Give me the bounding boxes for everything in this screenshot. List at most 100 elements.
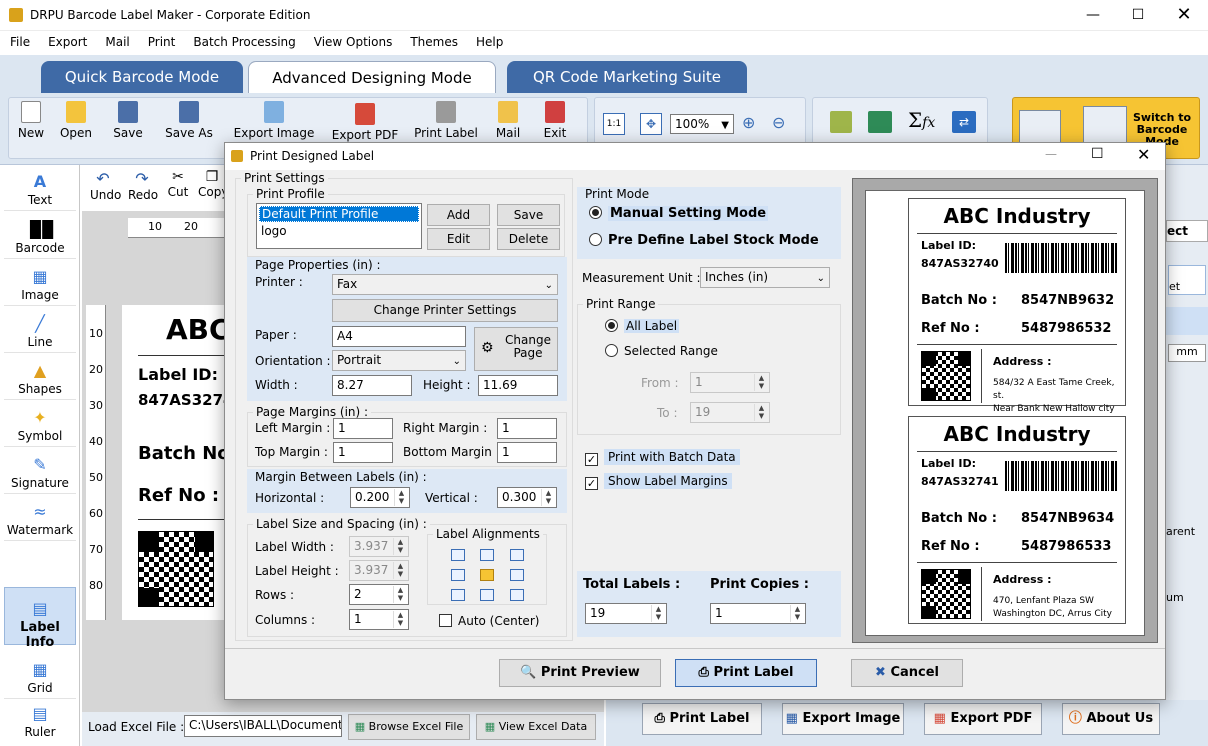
profile-delete-button[interactable]: Delete [497,228,560,250]
dialog-maximize-icon[interactable]: ☐ [1091,146,1104,162]
label-info-tool[interactable]: ▤ Label Info [4,587,76,650]
spinner-icon[interactable]: ▲ ▼ [790,605,804,622]
copy-button[interactable]: ❐ Copy [198,169,226,199]
ruler-tool[interactable]: ▤ Ruler [4,697,76,743]
spinner-icon[interactable]: ▲ ▼ [651,605,665,622]
zoom-in-icon[interactable]: ⊕ [742,113,755,132]
menu-print[interactable]: Print [138,31,184,49]
excel-icon[interactable] [868,111,892,133]
list-item[interactable]: logo [259,224,419,238]
formula-icon[interactable]: Σfx [908,108,935,132]
bottom-print-label-button[interactable]: ⎙ Print Label [642,703,762,735]
dialog-close-icon[interactable]: ✕ [1137,145,1150,164]
profile-add-button[interactable]: Add [427,204,490,226]
signature-tool[interactable]: ✎ Signature [4,448,76,494]
select-tab-partial[interactable]: ect [1166,220,1208,242]
align-middle-right-icon[interactable] [510,569,524,581]
tab-advanced-designing[interactable]: Advanced Designing Mode [248,61,496,93]
rows-stepper[interactable]: 2 ▲ ▼ [349,584,409,605]
zoom-out-icon[interactable]: ⊖ [772,113,785,132]
dialog-minimize-icon[interactable]: — [1045,147,1057,161]
minimize-icon[interactable]: — [1070,0,1116,30]
open-button[interactable]: Open [58,101,94,140]
fit-to-window-icon[interactable]: ✥ [640,113,662,135]
align-bottom-left-icon[interactable] [451,589,465,601]
manual-mode-radio[interactable]: Manual Setting Mode [589,206,769,221]
measurement-unit-select[interactable]: Inches (in) ⌄ [700,267,830,288]
dialog-print-label-button[interactable]: ⎙ Print Label [675,659,817,687]
align-top-left-icon[interactable] [451,549,465,561]
align-bottom-right-icon[interactable] [510,589,524,601]
menu-mail[interactable]: Mail [95,31,137,49]
columns-stepper[interactable]: 1 ▲ ▼ [349,609,409,630]
menu-help[interactable]: Help [466,31,511,49]
print-label-button[interactable]: Print Label [412,101,480,140]
align-middle-center-icon[interactable] [480,569,494,581]
shapes-tool[interactable]: ▲ Shapes [4,354,76,400]
menu-file[interactable]: File [0,31,38,49]
bottom-export-image-button[interactable]: ▦ Export Image [782,703,904,735]
bottom-margin-field[interactable]: 1 [497,442,557,463]
watermark-tool[interactable]: ≈ Watermark [4,495,76,541]
swap-icon[interactable]: ⇄ [952,111,976,133]
partial-button[interactable]: et [1168,265,1206,295]
close-icon[interactable]: ✕ [1161,0,1207,30]
edit-pencil-icon[interactable] [830,111,852,133]
show-label-margins-checkbox[interactable]: ✓ Show Label Margins [585,473,732,490]
menu-view-options[interactable]: View Options [304,31,401,49]
image-tool[interactable]: ▦ Image [4,260,76,306]
page-height-field[interactable]: 11.69 [478,375,558,396]
orientation-select[interactable]: Portrait ⌄ [332,350,466,371]
change-page-button[interactable]: ⚙ Change Page [474,327,558,371]
redo-button[interactable]: ↷ Redo [128,169,158,202]
mail-button[interactable]: Mail [492,101,524,140]
print-preview-button[interactable]: 🔍 Print Preview [499,659,661,687]
profile-save-button[interactable]: Save [497,204,560,226]
export-pdf-button[interactable]: Export PDF [330,103,400,142]
unit-select-partial[interactable]: mm [1168,344,1206,362]
grid-tool[interactable]: ▦ Grid [4,653,76,699]
profile-list[interactable]: Default Print Profile logo [256,203,422,249]
align-top-right-icon[interactable] [510,549,524,561]
cancel-button[interactable]: ✖ Cancel [851,659,963,687]
page-width-field[interactable]: 8.27 [332,375,412,396]
spinner-icon[interactable]: ▲ ▼ [541,489,555,506]
selected-range-radio[interactable]: Selected Range [605,344,718,358]
text-tool[interactable]: A Text [4,165,76,211]
bottom-export-pdf-button[interactable]: ▦ Export PDF [924,703,1042,735]
view-excel-button[interactable]: ▦ View Excel Data [476,714,596,740]
menu-export[interactable]: Export [38,31,95,49]
horizontal-spacing-stepper[interactable]: 0.200 ▲ ▼ [350,487,410,508]
print-with-batch-data-checkbox[interactable]: ✓ Print with Batch Data [585,449,740,466]
tab-qr-marketing[interactable]: QR Code Marketing Suite [507,61,747,93]
paper-field[interactable]: A4 [332,326,466,347]
top-margin-field[interactable]: 1 [333,442,393,463]
symbol-tool[interactable]: ✦ Symbol [4,401,76,447]
all-label-radio[interactable]: All Label [605,319,680,333]
align-top-center-icon[interactable] [480,549,494,561]
spinner-icon[interactable]: ▲ ▼ [394,489,408,506]
browse-excel-button[interactable]: ▦ Browse Excel File [348,714,470,740]
tab-quick-barcode[interactable]: Quick Barcode Mode [41,61,243,93]
predefine-mode-radio[interactable]: Pre Define Label Stock Mode [589,233,819,248]
spinner-icon[interactable]: ▲ ▼ [393,586,407,603]
change-printer-settings-button[interactable]: Change Printer Settings [332,299,558,322]
undo-button[interactable]: ↶ Undo [90,169,121,202]
line-tool[interactable]: ╱ Line [4,307,76,353]
align-middle-left-icon[interactable] [451,569,465,581]
spinner-icon[interactable]: ▲ ▼ [393,611,407,628]
new-button[interactable]: New [16,101,46,140]
list-item[interactable]: Default Print Profile [259,206,419,222]
about-us-button[interactable]: ⓘ About Us [1062,703,1160,735]
zoom-select[interactable]: 100% ▼ [670,114,734,134]
canvas-label[interactable]: ABC Label ID: 847AS3274 Batch No Ref No … [122,305,233,620]
align-bottom-center-icon[interactable] [480,589,494,601]
export-image-button[interactable]: Export Image [232,101,316,140]
actual-size-icon[interactable]: 1:1 [603,113,625,135]
menu-themes[interactable]: Themes [400,31,466,49]
save-as-button[interactable]: Save As [162,101,216,140]
printer-select[interactable]: Fax ⌄ [332,274,558,295]
excel-path-input[interactable]: C:\Users\IBALL\Document [184,715,342,737]
auto-center-checkbox[interactable]: Auto (Center) [439,614,539,628]
cut-button[interactable]: ✂ Cut [166,169,190,199]
